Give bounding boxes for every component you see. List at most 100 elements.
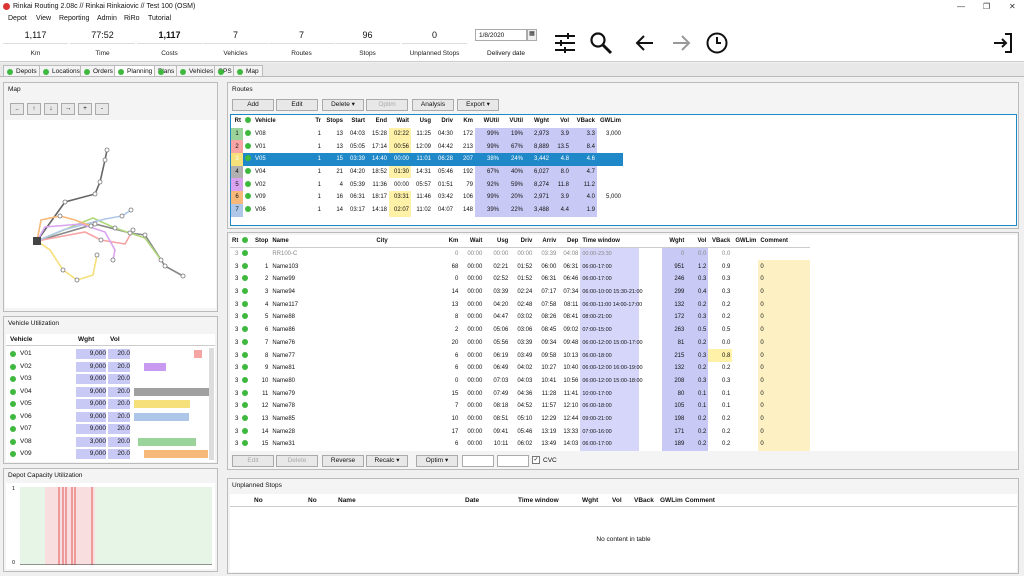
- routes-col-header[interactable]: Wght: [525, 115, 551, 128]
- tab-depots[interactable]: Depots: [3, 65, 41, 77]
- stops-col-header[interactable]: VBack: [708, 235, 733, 249]
- stop-row[interactable]: 3 7 Name76 20 00:00 05:56 03:39 09:34 09:48 06:00…: [230, 336, 811, 350]
- edit-stop-button[interactable]: Edit: [232, 455, 274, 467]
- vu-row[interactable]: V06 9,000 20.0: [6, 411, 206, 423]
- vu-row[interactable]: V01 9,000 20.0: [6, 348, 206, 360]
- map-zoom-out-button[interactable]: -: [95, 103, 109, 115]
- vu-row[interactable]: V05 9,000 20.0: [6, 398, 206, 410]
- tab-planning[interactable]: Planning: [114, 65, 157, 77]
- routes-col-header[interactable]: Vehicle: [253, 115, 309, 128]
- routes-col-header[interactable]: Start: [345, 115, 367, 128]
- stops-col-header[interactable]: Usg: [484, 235, 511, 249]
- stops-col-header[interactable]: Wait: [460, 235, 485, 249]
- routes-col-header[interactable]: End: [367, 115, 389, 128]
- vu-row[interactable]: V03 9,000 20.0: [6, 373, 206, 385]
- export-button[interactable]: Export ▾: [457, 99, 499, 111]
- stops-col-header[interactable]: Driv: [510, 235, 535, 249]
- vu-row[interactable]: V09 9,000 20.0: [6, 448, 208, 460]
- tab-locations[interactable]: Locations: [39, 65, 84, 77]
- recalc-button[interactable]: Recalc ▾: [366, 455, 408, 467]
- stops-col-header[interactable]: Wght: [662, 235, 687, 249]
- routes-col-header[interactable]: Wait: [389, 115, 411, 128]
- routes-col-header[interactable]: VUtil: [501, 115, 525, 128]
- menu-depot[interactable]: Depot: [8, 15, 27, 22]
- tab-orders[interactable]: Orders: [80, 65, 117, 77]
- stops-col-header[interactable]: Km: [436, 235, 461, 249]
- clock-icon[interactable]: [705, 31, 729, 55]
- delete-route-button[interactable]: Delete ▾: [322, 99, 364, 111]
- tab-vehicles[interactable]: Vehicles: [176, 65, 218, 77]
- stops-col-header[interactable]: City: [374, 235, 437, 249]
- edit-route-button[interactable]: Edit: [276, 99, 318, 111]
- map-up-button[interactable]: ↑: [27, 103, 41, 115]
- vu-row[interactable]: V04 9,000 20.0: [6, 386, 210, 398]
- map-down-button[interactable]: ↓: [44, 103, 58, 115]
- map-zoom-in-button[interactable]: +: [78, 103, 92, 115]
- stop-row[interactable]: 3 11 Name79 15 00:00 07:49 04:36 11:28 11:41 10:0…: [230, 387, 811, 400]
- route-row[interactable]: 4 V04 1 21 04:20 18:52 01:30 14:31 05:46 192 67% 40…: [231, 165, 623, 179]
- stops-col-header[interactable]: Stop: [250, 235, 271, 249]
- route-row[interactable]: 7 V06 1 14 03:17 14:18 02:07 11:02 04:07 148 39% 22…: [231, 203, 623, 217]
- menu-riro[interactable]: RiRo: [124, 15, 140, 22]
- analysis-button[interactable]: Analysis: [412, 99, 454, 111]
- stop-row[interactable]: 3 5 Name88 8 00:00 04:47 03:02 08:26 08:41 08:00-…: [230, 311, 811, 324]
- filter-sliders-icon[interactable]: [553, 31, 577, 55]
- tab-plans[interactable]: Plans: [154, 65, 179, 77]
- stops-col-header[interactable]: Vol: [686, 235, 709, 249]
- stops-col-header[interactable]: [240, 235, 251, 249]
- vu-row[interactable]: V02 9,000 20.0: [6, 361, 206, 373]
- routes-col-header[interactable]: Stops: [323, 115, 345, 128]
- logout-icon[interactable]: [991, 31, 1015, 55]
- optim-stops-button[interactable]: Optim ▾: [416, 455, 458, 467]
- search-icon[interactable]: [589, 31, 613, 55]
- optim-param-input-2[interactable]: [497, 455, 529, 467]
- routes-col-header[interactable]: [243, 115, 253, 128]
- routes-col-header[interactable]: VBack: [571, 115, 597, 128]
- stop-row[interactable]: 3 10 Name80 0 00:00 07:03 04:03 10:41 10:56 06:00…: [230, 374, 811, 388]
- stop-row[interactable]: 3 8 Name77 6 00:00 06:19 03:49 09:58 10:13 06:00-…: [230, 349, 811, 362]
- stops-col-header[interactable]: Dep: [558, 235, 581, 249]
- stop-row[interactable]: 3 RR100-C 0 00:00 00:00 00:00 03:39 04:08 00:00-…: [230, 247, 810, 261]
- routes-col-header[interactable]: Usg: [411, 115, 433, 128]
- menu-reporting[interactable]: Reporting: [59, 15, 89, 22]
- close-button[interactable]: ✕: [1009, 2, 1016, 11]
- vu-row[interactable]: V08 3,000 20.0: [6, 436, 206, 448]
- stop-row[interactable]: 3 4 Name117 13 00:00 04:20 02:48 07:58 08:11 06:0…: [230, 298, 811, 312]
- stops-col-header[interactable]: Name: [270, 235, 375, 249]
- stop-row[interactable]: 3 3 Name94 14 00:00 03:39 02:24 07:17 07:34 06:00…: [230, 285, 811, 299]
- route-row[interactable]: 3 V05 1 15 03:39 14:40 00:00 11:01 06:28 207 38% 24…: [231, 153, 623, 166]
- stops-col-header[interactable]: GWLim: [732, 235, 759, 249]
- stop-row[interactable]: 3 2 Name99 0 00:00 02:52 01:52 06:31 06:46 06:00-…: [230, 273, 811, 286]
- maximize-button[interactable]: ❐: [983, 2, 990, 11]
- forward-arrow-icon[interactable]: [669, 31, 693, 55]
- map-home-button[interactable]: ..: [10, 103, 24, 115]
- routes-col-header[interactable]: GWLim: [597, 115, 623, 128]
- stop-row[interactable]: 3 15 Name31 6 00:00 10:11 06:02 13:49 14:03 06:00…: [230, 438, 811, 451]
- optim-route-button[interactable]: Optim: [366, 99, 408, 111]
- stop-row[interactable]: 3 6 Name86 2 00:00 05:06 03:06 08:45 09:02 07:00-…: [230, 323, 811, 337]
- delivery-date-input[interactable]: 1/8/2020: [475, 29, 527, 41]
- reverse-button[interactable]: Reverse: [322, 455, 364, 467]
- route-map[interactable]: [5, 120, 216, 308]
- stop-row[interactable]: 3 1 Name103 68 00:00 02:21 01:52 06:00 06:31 06:0…: [230, 260, 811, 274]
- route-row[interactable]: 5 V02 1 4 05:39 11:36 00:00 05:57 01:51 79 92% 59% 8…: [231, 178, 623, 192]
- back-arrow-icon[interactable]: [633, 31, 657, 55]
- routes-col-header[interactable]: WUtil: [475, 115, 501, 128]
- stop-row[interactable]: 3 9 Name81 6 00:00 06:49 04:02 10:27 10:40 06:00-…: [230, 361, 811, 375]
- route-row[interactable]: 1 V08 1 13 04:03 15:28 02:22 11:25 04:30 172 99% 19…: [231, 127, 623, 141]
- stops-col-header[interactable]: Time window: [580, 235, 663, 249]
- routes-col-header[interactable]: Rt: [231, 115, 243, 128]
- stops-col-header[interactable]: Rt: [230, 235, 241, 249]
- menu-admin[interactable]: Admin: [97, 15, 117, 22]
- vu-row[interactable]: V07 9,000 20.0: [6, 423, 206, 435]
- map-canvas[interactable]: [5, 120, 216, 308]
- stop-row[interactable]: 3 12 Name78 7 00:00 08:18 04:52 11:57 12:10 06:00…: [230, 399, 811, 413]
- add-route-button[interactable]: Add: [232, 99, 274, 111]
- menu-tutorial[interactable]: Tutorial: [148, 15, 171, 22]
- routes-col-header[interactable]: Vol: [551, 115, 571, 128]
- calendar-button[interactable]: ▦: [527, 29, 537, 41]
- stop-row[interactable]: 3 13 Name85 10 00:00 08:51 05:10 12:29 12:44 09:0…: [230, 412, 811, 426]
- stops-col-header[interactable]: Arriv: [534, 235, 559, 249]
- map-right-button[interactable]: →: [61, 103, 75, 115]
- stop-row[interactable]: 3 14 Name28 17 00:00 09:41 05:46 13:19 13:33 07:0…: [230, 425, 811, 438]
